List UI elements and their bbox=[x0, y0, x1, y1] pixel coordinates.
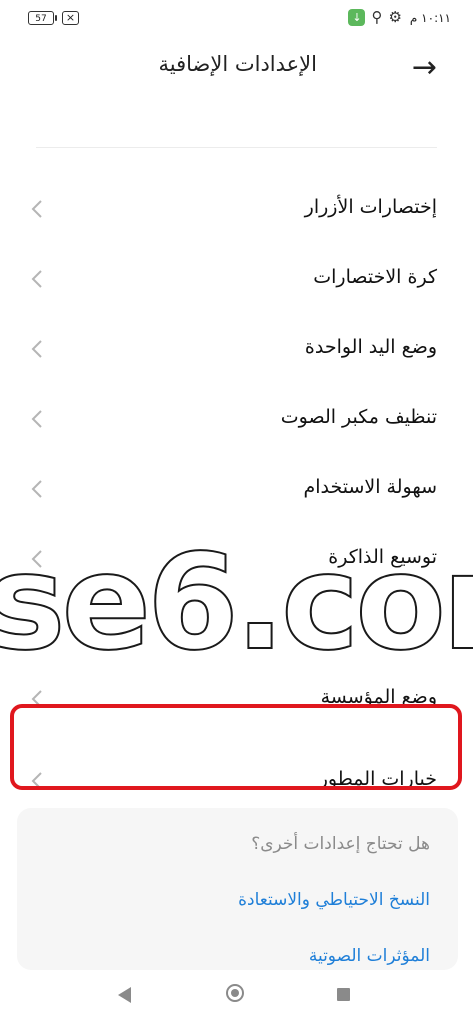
arrow-right-icon[interactable]: → bbox=[412, 50, 437, 86]
list-item[interactable]: توسيع الذاكرة bbox=[0, 526, 473, 596]
list-item-label: سهولة الاستخدام bbox=[303, 476, 437, 498]
chevron-left-icon bbox=[31, 410, 42, 428]
list-item-label: وضع اليد الواحدة bbox=[304, 336, 437, 358]
list-item[interactable]: وضع المؤسسة bbox=[0, 666, 473, 736]
navigation-bar bbox=[0, 970, 473, 1024]
status-right: ↓ ⚲ ⚙ ١٠:١١ م bbox=[348, 9, 451, 26]
list-item-label: توسيع الذاكرة bbox=[328, 546, 437, 568]
sound-effects-link[interactable]: المؤثرات الصوتية bbox=[309, 946, 430, 966]
chevron-left-icon bbox=[31, 772, 42, 790]
list-item-label: خيارات المطور bbox=[318, 768, 437, 790]
status-left: 57 × bbox=[28, 11, 79, 25]
clock: ١٠:١١ م bbox=[409, 10, 451, 25]
chevron-left-icon bbox=[31, 340, 42, 358]
header: الإعدادات الإضافية → bbox=[0, 40, 473, 98]
nav-home-icon[interactable] bbox=[226, 984, 244, 1002]
list-item[interactable] bbox=[0, 596, 473, 666]
list-item-label: تنظيف مكبر الصوت bbox=[280, 406, 437, 428]
settings-list: إختصارات الأزرار كرة الاختصارات وضع اليد… bbox=[0, 176, 473, 818]
divider bbox=[36, 147, 437, 148]
list-item[interactable]: كرة الاختصارات bbox=[0, 246, 473, 316]
chevron-left-icon bbox=[31, 480, 42, 498]
nav-back-icon[interactable] bbox=[118, 987, 131, 1003]
chevron-left-icon bbox=[31, 200, 42, 218]
nav-recents-icon[interactable] bbox=[337, 988, 350, 1001]
list-item-label: كرة الاختصارات bbox=[313, 266, 437, 288]
chevron-left-icon bbox=[31, 270, 42, 288]
status-bar: 57 × ↓ ⚲ ⚙ ١٠:١١ م bbox=[0, 0, 473, 40]
gear-icon: ⚙ bbox=[388, 8, 402, 26]
page-title: الإعدادات الإضافية bbox=[158, 52, 317, 76]
list-item[interactable]: وضع اليد الواحدة bbox=[0, 316, 473, 386]
chevron-left-icon bbox=[31, 550, 42, 568]
no-sim-icon: × bbox=[62, 11, 79, 25]
suggestions-card: هل تحتاج إعدادات أخرى؟ النسخ الاحتياطي و… bbox=[17, 808, 458, 970]
download-icon: ↓ bbox=[348, 9, 366, 26]
battery-icon: 57 bbox=[28, 11, 57, 25]
location-icon: ⚲ bbox=[371, 8, 383, 26]
list-item-label: وضع المؤسسة bbox=[320, 686, 437, 708]
list-item[interactable]: تنظيف مكبر الصوت bbox=[0, 386, 473, 456]
list-item-label: إختصارات الأزرار bbox=[304, 196, 437, 218]
chevron-left-icon bbox=[31, 690, 42, 708]
suggestions-question: هل تحتاج إعدادات أخرى؟ bbox=[251, 834, 430, 854]
backup-restore-link[interactable]: النسخ الاحتياطي والاستعادة bbox=[238, 890, 430, 910]
list-item[interactable]: إختصارات الأزرار bbox=[0, 176, 473, 246]
list-item[interactable]: سهولة الاستخدام bbox=[0, 456, 473, 526]
